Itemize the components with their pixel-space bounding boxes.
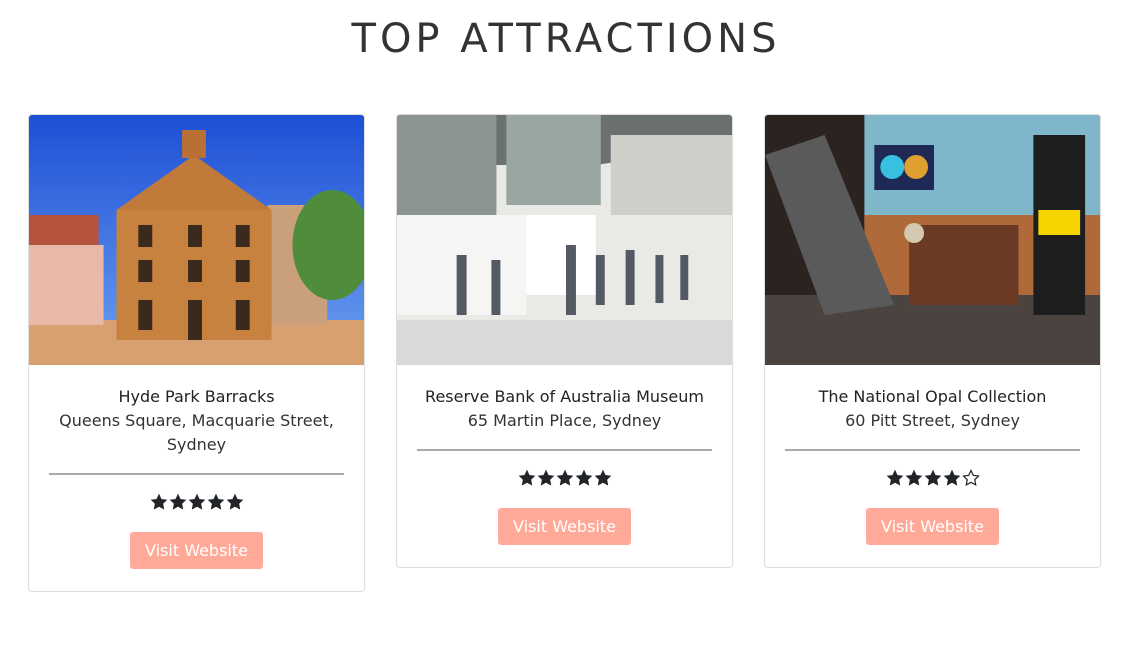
star-filled-icon	[594, 469, 612, 489]
hyde-park-barracks-photo[interactable]	[29, 115, 364, 365]
attraction-name: Reserve Bank of Australia Museum	[425, 387, 704, 406]
visit-website-button[interactable]: Visit Website	[498, 508, 631, 545]
visit-website-button[interactable]: Visit Website	[130, 532, 263, 569]
card-divider	[417, 449, 712, 451]
star-filled-icon	[575, 469, 593, 489]
attraction-card: Hyde Park Barracks Queens Square, Macqua…	[28, 114, 365, 592]
star-filled-icon	[924, 469, 942, 489]
star-rating	[785, 469, 1080, 489]
star-rating	[417, 469, 712, 489]
card-divider	[785, 449, 1080, 451]
reserve-bank-museum-photo[interactable]	[397, 115, 732, 365]
star-filled-icon	[150, 493, 168, 513]
star-filled-icon	[943, 469, 961, 489]
attraction-card: The National Opal Collection 60 Pitt Str…	[764, 114, 1101, 568]
star-filled-icon	[886, 469, 904, 489]
page-title: TOP ATTRACTIONS	[351, 16, 781, 62]
star-filled-icon	[226, 493, 244, 513]
star-rating	[49, 493, 344, 513]
attraction-address: 65 Martin Place, Sydney	[467, 411, 662, 430]
attraction-name: The National Opal Collection	[818, 387, 1047, 406]
star-filled-icon	[537, 469, 555, 489]
star-filled-icon	[556, 469, 574, 489]
attraction-address: 60 Pitt Street, Sydney	[845, 411, 1020, 430]
star-filled-icon	[207, 493, 225, 513]
attraction-name: Hyde Park Barracks	[118, 387, 275, 406]
star-filled-icon	[188, 493, 206, 513]
star-empty-icon	[961, 469, 980, 489]
card-divider	[49, 473, 344, 475]
opal-collection-photo[interactable]	[765, 115, 1100, 365]
attraction-card: Reserve Bank of Australia Museum 65 Mart…	[396, 114, 733, 568]
star-filled-icon	[169, 493, 187, 513]
star-filled-icon	[518, 469, 536, 489]
visit-website-button[interactable]: Visit Website	[866, 508, 999, 545]
star-filled-icon	[905, 469, 923, 489]
attraction-address: Queens Square, Macquarie Street, Sydney	[59, 411, 334, 454]
